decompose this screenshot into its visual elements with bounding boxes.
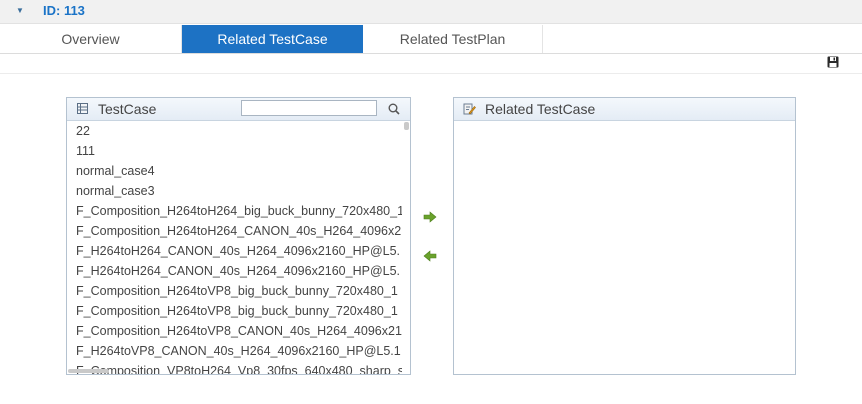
list-item[interactable]: F_Composition_H264toVP8_CANON_40s_H264_4… xyxy=(67,321,402,341)
list-item[interactable]: F_Composition_H264toH264_big_buck_bunny_… xyxy=(67,201,402,221)
floppy-disk-icon xyxy=(827,56,839,68)
list-item[interactable]: 22 xyxy=(67,121,402,141)
tab-related-testplan[interactable]: Related TestPlan xyxy=(363,25,543,53)
list-table-icon xyxy=(77,103,88,114)
testcase-panel-header: TestCase xyxy=(67,98,410,121)
testcase-panel-title: TestCase xyxy=(98,101,157,117)
arrow-right-icon[interactable] xyxy=(423,211,437,223)
save-button[interactable] xyxy=(822,56,844,72)
search-icon[interactable] xyxy=(387,102,401,116)
record-header: ▼ ID: 113 xyxy=(0,0,862,24)
list-item[interactable]: F_H264toH264_CANON_40s_H264_4096x2160_HP… xyxy=(67,241,402,261)
list-item[interactable]: F_H264toH264_CANON_40s_H264_4096x2160_HP… xyxy=(67,261,402,281)
list-item[interactable]: F_H264toVP8_CANON_40s_H264_4096x2160_HP@… xyxy=(67,341,402,361)
testcase-search-input[interactable] xyxy=(241,100,377,116)
toolbar-divider xyxy=(0,73,862,74)
horizontal-scrollbar[interactable] xyxy=(68,369,109,373)
list-item[interactable]: normal_case3 xyxy=(67,181,402,201)
record-title: ID: 113 xyxy=(43,3,85,18)
edit-pencil-icon xyxy=(463,103,476,115)
related-testcase-panel: Related TestCase xyxy=(453,97,796,375)
related-testcase-list xyxy=(454,121,787,374)
tab-bar: Overview Related TestCase Related TestPl… xyxy=(0,25,862,54)
list-item[interactable]: 111 xyxy=(67,141,402,161)
list-item[interactable]: F_Composition_H264toH264_CANON_40s_H264_… xyxy=(67,221,402,241)
list-item[interactable]: F_Composition_H264toVP8_big_buck_bunny_7… xyxy=(67,281,402,301)
list-item[interactable]: normal_case4 xyxy=(67,161,402,181)
arrow-left-icon[interactable] xyxy=(423,250,437,262)
triangle-down-icon[interactable]: ▼ xyxy=(16,6,24,15)
testcase-panel: TestCase 22 111 normal_case4 normal_case… xyxy=(66,97,411,375)
list-item[interactable]: F_Composition_H264toVP8_big_buck_bunny_7… xyxy=(67,301,402,321)
tab-overview[interactable]: Overview xyxy=(0,25,182,53)
list-item[interactable]: F_Composition_VP8toH264_Vp8_30fps_640x48… xyxy=(67,361,402,374)
related-testcase-panel-title: Related TestCase xyxy=(485,101,596,117)
testcase-list: 22 111 normal_case4 normal_case3 F_Compo… xyxy=(67,121,402,374)
vertical-scrollbar[interactable] xyxy=(404,122,409,130)
tab-related-testcase[interactable]: Related TestCase xyxy=(182,25,363,53)
related-testcase-panel-header: Related TestCase xyxy=(454,98,795,121)
